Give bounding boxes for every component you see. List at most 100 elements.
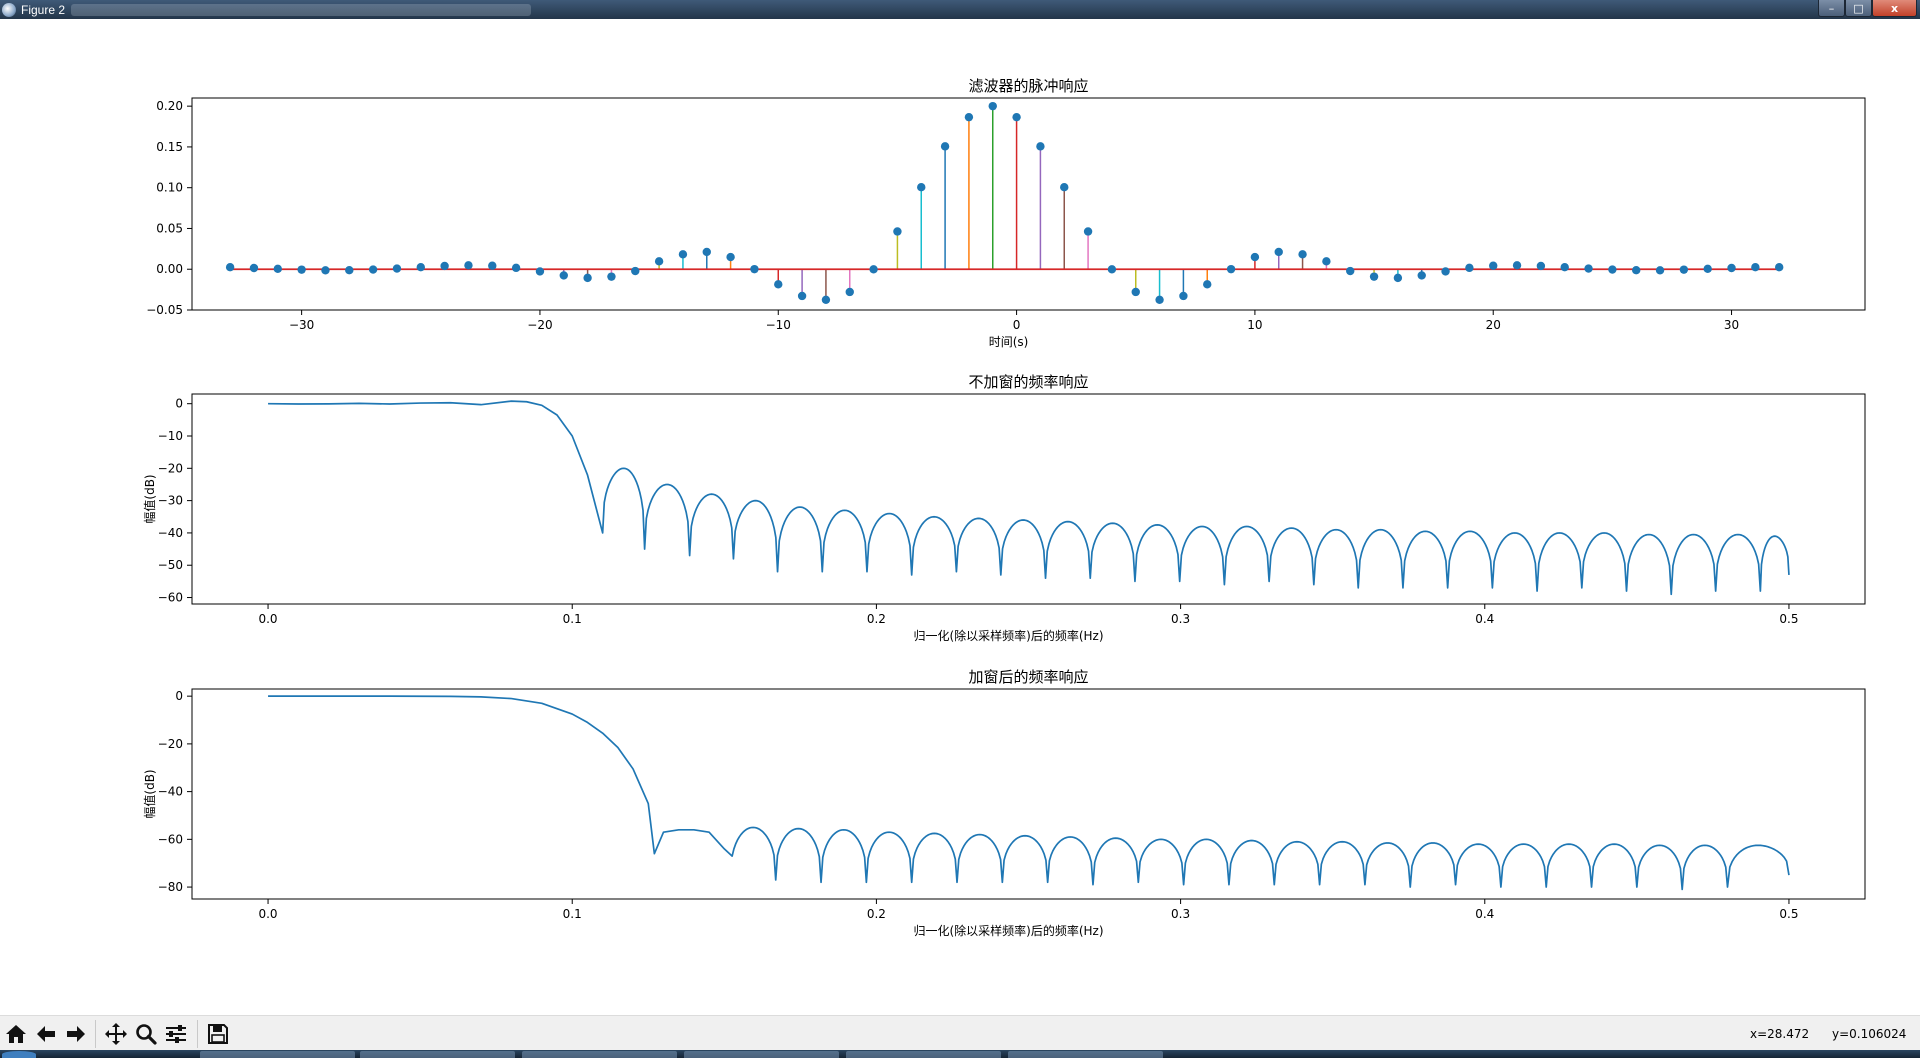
y-tick-label: 0.05 bbox=[156, 221, 183, 235]
x-tick-label: 30 bbox=[1724, 318, 1739, 332]
forward-button[interactable] bbox=[63, 1021, 89, 1047]
taskbar-item[interactable] bbox=[1008, 1051, 1163, 1058]
x-tick-label: 0 bbox=[1013, 318, 1021, 332]
stem-marker bbox=[1632, 266, 1641, 275]
stem-marker bbox=[559, 271, 568, 280]
navigation-toolbar: x=28.472 y=0.106024 bbox=[0, 1015, 1920, 1051]
stem-marker bbox=[1775, 262, 1784, 272]
y-tick-label: −10 bbox=[158, 429, 183, 443]
y-tick-label: −50 bbox=[158, 558, 183, 572]
y-tick-label: 0 bbox=[175, 397, 183, 411]
home-button[interactable] bbox=[3, 1021, 29, 1047]
stem-marker bbox=[964, 112, 974, 122]
stem-marker bbox=[1727, 263, 1736, 273]
stem-marker bbox=[869, 265, 878, 274]
stem-marker bbox=[917, 183, 926, 192]
stem-marker bbox=[273, 264, 282, 274]
stem-marker bbox=[607, 272, 616, 281]
x-tick-label: 0.0 bbox=[258, 612, 277, 626]
stem-marker bbox=[1250, 252, 1260, 262]
stem-marker bbox=[1179, 291, 1188, 301]
taskbar-item[interactable] bbox=[360, 1051, 515, 1058]
stem-marker bbox=[893, 227, 902, 236]
configure-subplots-button[interactable] bbox=[163, 1021, 189, 1047]
taskbar-item[interactable] bbox=[522, 1051, 677, 1058]
stem-marker bbox=[1131, 287, 1140, 297]
stem-marker bbox=[345, 266, 354, 275]
save-button[interactable] bbox=[205, 1021, 231, 1047]
arrow-right-icon bbox=[67, 1026, 85, 1042]
x-tick-label: 0.1 bbox=[563, 612, 582, 626]
stem-marker bbox=[726, 252, 735, 262]
stem-marker bbox=[1489, 261, 1498, 270]
y-tick-label: −40 bbox=[158, 785, 183, 799]
x-tick-label: 0.5 bbox=[1779, 907, 1798, 921]
stem-marker bbox=[821, 295, 831, 305]
zoom-button[interactable] bbox=[133, 1021, 159, 1047]
window-title: Figure 2 bbox=[21, 2, 66, 17]
stem-marker bbox=[750, 264, 759, 274]
window-controls: – □ x bbox=[1818, 0, 1917, 17]
taskbar-item[interactable] bbox=[684, 1051, 839, 1058]
stem-marker bbox=[464, 261, 473, 270]
subplot-2: 0.0 0.1 0.2 0.3 0.4 0.5 0 −10 −20 −30 −40 −50 −60 不加窗… bbox=[142, 373, 1866, 643]
x-axis-label: 时间(s) bbox=[989, 335, 1029, 349]
stem-marker bbox=[1155, 295, 1164, 305]
x-tick-label: 0.2 bbox=[867, 612, 886, 626]
stem-marker bbox=[1060, 183, 1069, 192]
stem-marker bbox=[1703, 264, 1712, 274]
taskbar-item[interactable] bbox=[846, 1051, 1001, 1058]
taskbar-item[interactable] bbox=[200, 1051, 355, 1058]
cursor-x-readout: x=28.472 bbox=[1750, 1027, 1810, 1041]
os-taskbar bbox=[0, 1050, 1920, 1058]
y-axis-label: 幅值(dB) bbox=[142, 474, 157, 523]
app-icon bbox=[2, 2, 16, 17]
x-tick-label: 0.1 bbox=[563, 907, 582, 921]
stem-marker bbox=[774, 280, 783, 289]
x-tick-label: 0.3 bbox=[1171, 907, 1190, 921]
subplot-1: −30 −20 −10 0 10 20 30 −0.05 0.00 0.05 0.10 0.15 0.2… bbox=[146, 77, 1866, 349]
toolbar-separator bbox=[95, 1020, 96, 1048]
blurred-title-path bbox=[71, 3, 532, 16]
stem-marker bbox=[1274, 247, 1283, 257]
maximize-button[interactable]: □ bbox=[1845, 0, 1872, 17]
stem-marker bbox=[1584, 264, 1593, 273]
y-tick-label: −20 bbox=[158, 461, 183, 475]
y-tick-label: 0.10 bbox=[156, 181, 183, 195]
stem-marker bbox=[1203, 280, 1212, 289]
minimize-button[interactable]: – bbox=[1818, 0, 1845, 17]
stem-marker bbox=[297, 265, 306, 274]
stem-marker bbox=[225, 262, 235, 272]
x-tick-label: 0.4 bbox=[1475, 612, 1494, 626]
stem-marker bbox=[321, 266, 330, 275]
x-tick-label: 0.4 bbox=[1475, 907, 1494, 921]
stem-marker bbox=[488, 261, 497, 270]
stem-marker bbox=[1298, 250, 1307, 259]
stem-marker bbox=[797, 291, 807, 301]
stem-marker bbox=[1226, 264, 1236, 274]
close-button[interactable]: x bbox=[1872, 0, 1917, 17]
response-curve bbox=[268, 695, 1790, 891]
stem-marker bbox=[1369, 272, 1379, 281]
move-icon bbox=[105, 1023, 127, 1045]
response-curve bbox=[268, 400, 1790, 596]
stem-marker bbox=[535, 267, 545, 276]
home-icon bbox=[6, 1025, 26, 1043]
stem-marker bbox=[249, 263, 259, 273]
stem-marker bbox=[654, 257, 664, 266]
pan-button[interactable] bbox=[103, 1021, 129, 1047]
y-tick-label: 0.15 bbox=[156, 140, 183, 154]
x-tick-label: 0.2 bbox=[867, 907, 886, 921]
stem-marker bbox=[1036, 142, 1045, 151]
y-tick-label: −20 bbox=[158, 737, 183, 751]
y-tick-label: −0.05 bbox=[146, 303, 183, 317]
plot-area bbox=[225, 101, 1784, 305]
subplot-3: 0.0 0.1 0.2 0.3 0.4 0.5 0 −20 −40 −60 −80 加窗后的频率响应归… bbox=[142, 668, 1866, 938]
window-titlebar: Figure 2 – □ x bbox=[0, 0, 1920, 19]
x-axis-label: 归一化(除以采样频率)后的频率(Hz) bbox=[913, 628, 1103, 643]
figure-canvas[interactable]: −30 −20 −10 0 10 20 30−0.050.000.050.100.150.2… bbox=[0, 19, 1920, 1015]
start-button[interactable] bbox=[2, 1051, 36, 1058]
stem-marker bbox=[845, 287, 854, 297]
stem-marker bbox=[678, 250, 688, 259]
back-button[interactable] bbox=[33, 1021, 59, 1047]
